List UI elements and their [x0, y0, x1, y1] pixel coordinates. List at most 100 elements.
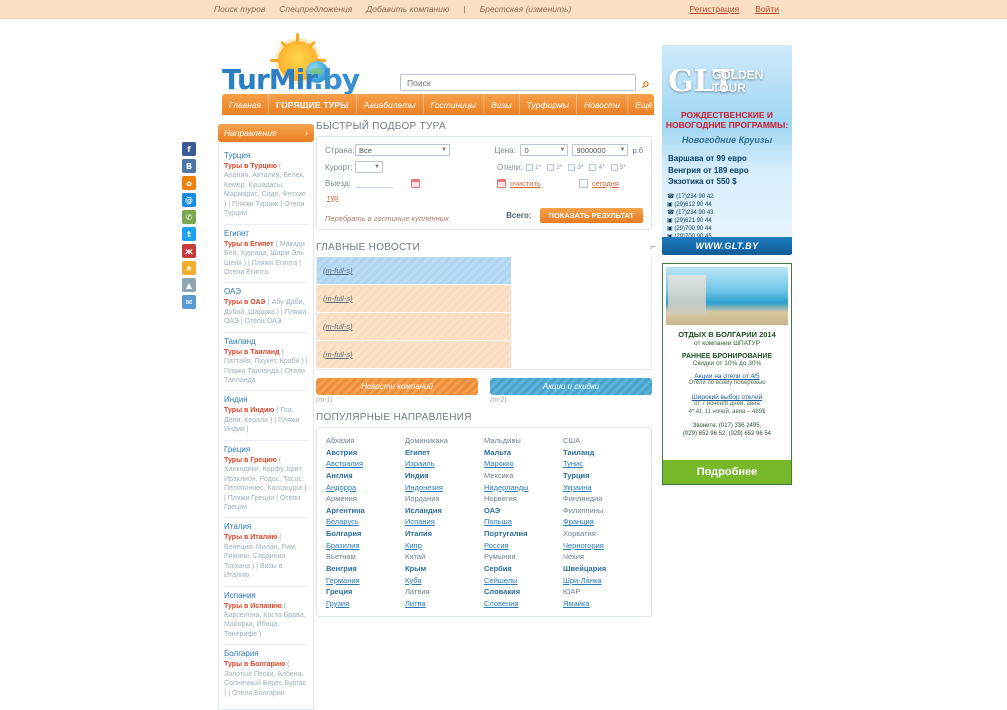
news-row[interactable]: (m-full-s) — [317, 341, 511, 369]
destination-link[interactable]: Германия — [326, 575, 405, 587]
sidebar-hot-link[interactable]: Туры в Испанию — [224, 603, 282, 610]
star-filter-4[interactable]: 4* — [589, 163, 605, 171]
destination-link[interactable]: США — [563, 435, 642, 447]
checkbox-icon[interactable] — [589, 163, 597, 171]
nav-item-hot-tours[interactable]: ГОРЯЩИЕ ТУРЫ — [269, 94, 357, 115]
destination-link[interactable]: Франция — [563, 516, 642, 528]
destination-link[interactable]: Иордания — [405, 493, 484, 505]
checkbox-icon[interactable] — [578, 178, 588, 188]
destination-link[interactable]: Греция — [326, 586, 405, 598]
destination-link[interactable]: Норвегия — [484, 493, 563, 505]
odnoklassniki-icon[interactable]: о — [182, 176, 196, 190]
destination-link[interactable]: Индия — [405, 470, 484, 482]
chevron-icon[interactable]: › — [305, 128, 308, 138]
sidebar-country-label[interactable]: Индия — [224, 395, 308, 404]
banner-website-link[interactable]: WWW.GLT.BY — [662, 237, 792, 255]
destination-link[interactable]: Мальдивы — [484, 435, 563, 447]
news-link[interactable]: (m-full-s) — [323, 294, 353, 303]
checkbox-icon[interactable] — [568, 163, 576, 171]
destination-link[interactable]: Шри-Ланка — [563, 575, 642, 587]
scroll-top-icon[interactable]: ▲ — [182, 278, 196, 292]
sidebar-country-label[interactable]: Испания — [224, 591, 308, 600]
region-selector[interactable]: Брестская (изменить) — [480, 4, 572, 14]
destination-link[interactable]: Марокко — [484, 458, 563, 470]
show-results-button[interactable]: ПОКАЗАТЬ РЕЗУЛЬТАТ — [539, 208, 643, 223]
news-row[interactable]: (m-full-s) — [317, 285, 511, 313]
price-max-select[interactable]: 9000000 ▼ — [572, 144, 629, 156]
banner-golden-tour[interactable]: GLT GOLDEN TOUR РОЖДЕСТВЕНСКИЕ И НОВОГОД… — [662, 45, 792, 255]
destination-link[interactable]: Хорватия — [563, 528, 642, 540]
calendar-icon[interactable] — [411, 178, 420, 188]
destination-link[interactable]: Сербия — [484, 563, 563, 575]
register-link[interactable]: Регистрация — [690, 4, 740, 14]
destination-link[interactable]: Андорра — [326, 482, 405, 494]
destination-link[interactable]: Куба — [405, 575, 484, 587]
top-link-search-tours[interactable]: Поиск туров — [214, 4, 265, 14]
sidebar-header[interactable]: Направления › — [218, 124, 314, 142]
sidebar-country-label[interactable]: Греция — [224, 445, 308, 454]
destination-link[interactable]: Мексика — [484, 470, 563, 482]
nav-item-home[interactable]: Главная — [222, 94, 270, 115]
destination-link[interactable]: Англия — [326, 470, 405, 482]
destination-link[interactable]: Доминикана — [405, 435, 484, 447]
promotions-button[interactable]: Акции и скидки — [490, 378, 652, 395]
destination-link[interactable]: Черногория — [563, 540, 642, 552]
news-link[interactable]: (m-full-s) — [323, 322, 353, 331]
star-filter-1[interactable]: 1* — [526, 163, 541, 171]
destination-link[interactable]: Румыния — [484, 551, 563, 563]
sidebar-hot-link[interactable]: Туры в Турцию — [224, 163, 277, 170]
destination-link[interactable]: Швейцария — [563, 563, 642, 575]
destination-link[interactable]: ЮАР — [563, 586, 642, 598]
destination-link[interactable]: Словения — [484, 598, 563, 610]
destination-link[interactable]: Чехия — [563, 551, 642, 563]
destination-link[interactable]: Армения — [326, 493, 405, 505]
depart-input[interactable] — [355, 178, 393, 188]
star-filter-3[interactable]: 3* — [568, 163, 583, 171]
checkbox-icon[interactable] — [610, 163, 618, 171]
top-link-special-offers[interactable]: Спецпредложения — [279, 4, 352, 14]
destination-link[interactable]: Мальта — [484, 447, 563, 459]
search-input[interactable] — [401, 75, 635, 90]
destination-link[interactable]: Беларусь — [326, 516, 405, 528]
checkbox-icon[interactable] — [547, 163, 555, 171]
envelope-icon[interactable]: ✉ — [182, 295, 196, 309]
sidebar-country-label[interactable]: ОАЭ — [224, 287, 308, 296]
search-icon[interactable]: ⌕ — [642, 75, 650, 92]
destination-link[interactable]: Турция — [563, 470, 642, 482]
destination-link[interactable]: Аргентина — [326, 505, 405, 517]
nav-item-news[interactable]: Новости — [577, 94, 628, 115]
destination-link[interactable]: Болгария — [326, 528, 405, 540]
destination-link[interactable]: Ямайка — [563, 598, 642, 610]
vkontakte-icon[interactable]: В — [182, 159, 196, 173]
checkbox-icon[interactable] — [526, 163, 533, 171]
star-filter-2[interactable]: 2* — [547, 163, 562, 171]
destination-link[interactable]: Австрия — [326, 447, 405, 459]
destination-link[interactable]: Крым — [405, 563, 484, 575]
destination-link[interactable]: ОАЭ — [484, 505, 563, 517]
livejournal-icon[interactable]: ж — [182, 244, 196, 258]
destination-link[interactable]: Бразилия — [326, 540, 405, 552]
news-link[interactable]: (m-full-s) — [323, 266, 353, 275]
destination-link[interactable]: Израиль — [405, 458, 484, 470]
resort-select[interactable]: ▼ — [355, 161, 383, 173]
country-select[interactable]: Все ▼ — [355, 144, 450, 156]
today-filter-link[interactable]: сегодня — [592, 179, 619, 188]
sidebar-country-label[interactable]: Болгария — [224, 649, 308, 658]
sidebar-hot-link[interactable]: Туры в Италию — [224, 534, 277, 541]
sidebar-country-label[interactable]: Турция — [224, 151, 308, 160]
news-row[interactable]: (m-full-s) — [317, 257, 511, 285]
nav-item-agencies[interactable]: Турфирмы — [520, 94, 578, 115]
destination-link[interactable]: Италия — [405, 528, 484, 540]
clear-filters-link[interactable]: очистить — [510, 179, 541, 188]
sidebar-hot-link[interactable]: Туры в Египет — [224, 241, 274, 248]
nav-item-visas[interactable]: Визы — [484, 94, 520, 115]
destination-link[interactable]: Таиланд — [563, 447, 642, 459]
favorites-icon[interactable]: ★ — [182, 261, 196, 275]
nav-item-hotels[interactable]: Гостиницы — [424, 94, 485, 115]
destination-link[interactable]: Венгрия — [326, 563, 405, 575]
login-link[interactable]: Войти — [755, 4, 779, 14]
destination-link[interactable]: Украина — [563, 482, 642, 494]
sidebar-hot-link[interactable]: Туры в Болгарию — [224, 661, 285, 668]
destination-link[interactable]: Абхазия — [326, 435, 405, 447]
destination-link[interactable]: Латвия — [405, 586, 484, 598]
